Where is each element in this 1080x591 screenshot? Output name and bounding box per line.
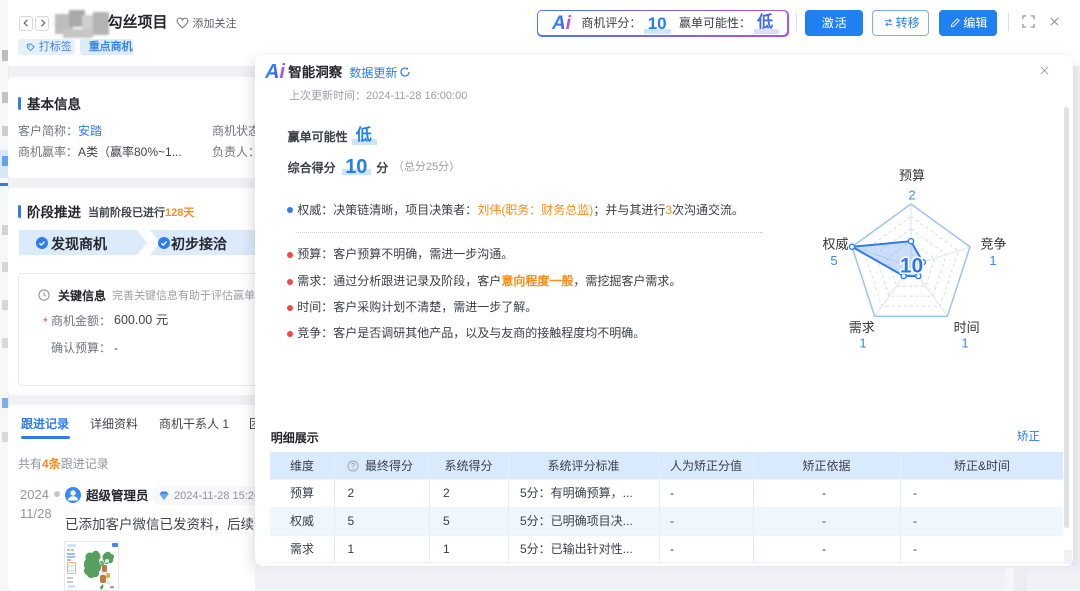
svg-text:1: 1 — [859, 336, 866, 351]
svg-text:竞争: 竞争 — [981, 237, 1007, 252]
svg-text:时间: 时间 — [954, 320, 980, 335]
svg-text:预算: 预算 — [899, 168, 925, 183]
svg-text:5: 5 — [830, 253, 837, 268]
svg-text:需求: 需求 — [849, 320, 875, 335]
svg-text:权威: 权威 — [822, 237, 848, 252]
svg-text:10: 10 — [900, 255, 923, 278]
svg-text:1: 1 — [989, 253, 996, 268]
svg-text:2: 2 — [908, 188, 915, 203]
svg-text:1: 1 — [961, 336, 968, 351]
